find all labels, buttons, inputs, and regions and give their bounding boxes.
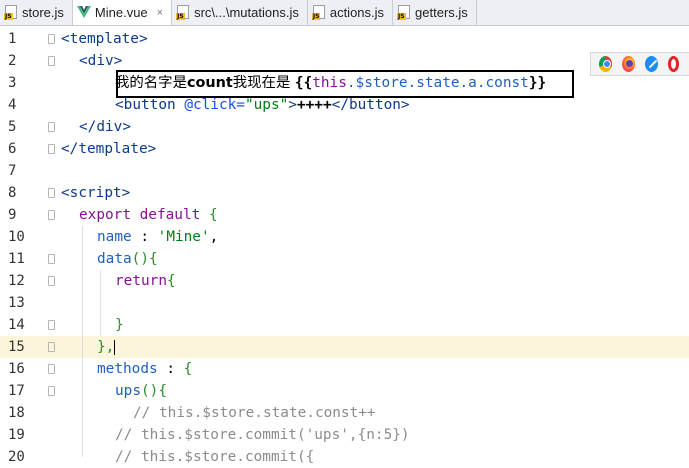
code-line[interactable]: 2 <div> [0,50,689,72]
code-line[interactable]: 19 // this.$store.commit('ups',{n:5}) [0,424,689,446]
code-line[interactable]: 12 return{ [0,270,689,292]
fold-marker-icon[interactable] [48,56,55,66]
code-text: data(){ [97,251,158,267]
line-number: 3 [8,75,17,91]
code-line[interactable]: 8 <script> [0,182,689,204]
fold-marker-icon[interactable] [48,320,55,330]
highlight-box [116,70,574,98]
firefox-icon[interactable] [622,56,636,72]
opera-icon[interactable] [668,56,679,72]
line-number: 6 [8,141,17,157]
code-text: }, [97,339,115,355]
line-number: 13 [8,295,25,311]
code-line[interactable]: 14 } [0,314,689,336]
line-number: 18 [8,405,25,421]
tab-label: store.js [22,5,64,20]
fold-marker-icon[interactable] [48,34,55,44]
code-text: <template> [61,31,148,47]
code-text: <script> [61,185,131,201]
code-line[interactable]: 17 ups(){ [0,380,689,402]
code-text: ups(){ [115,383,167,399]
chrome-icon[interactable] [599,56,613,72]
tab-label: Mine.vue [94,5,148,20]
code-line[interactable]: 18 // this.$store.state.const++ [0,402,689,424]
indent-guide [82,226,83,457]
code-line[interactable]: 9 export default { [0,204,689,226]
js-file-icon: JS [4,5,18,20]
fold-marker-icon[interactable] [48,122,55,132]
code-text: methods : { [97,361,193,377]
line-number: 10 [8,229,25,245]
open-in-browser-bar [590,52,689,76]
line-number: 5 [8,119,17,135]
js-file-icon: JS [397,5,411,20]
code-line[interactable]: 16 methods : { [0,358,689,380]
line-number: 9 [8,207,17,223]
tab-mine-vue[interactable]: Mine.vue × [72,0,173,25]
fold-marker-icon[interactable] [48,276,55,286]
code-line[interactable]: 1 <template> [0,28,689,50]
code-line[interactable]: 5 </div> [0,116,689,138]
code-text: export default { [79,207,218,223]
fold-marker-icon[interactable] [48,342,55,352]
line-number: 14 [8,317,25,333]
tab-actions-js[interactable]: JS actions.js [308,0,394,25]
line-number: 15 [8,339,25,355]
code-text: } [115,317,124,333]
js-file-icon: JS [311,5,326,20]
tab-label: getters.js [415,5,468,20]
line-number: 2 [8,53,17,69]
line-number: 11 [8,251,25,267]
code-line[interactable]: 13 [0,292,689,314]
safari-icon[interactable] [645,56,659,72]
editor-tab-bar: JS store.js Mine.vue × JS src\...\mutati… [0,0,689,26]
line-number: 20 [8,449,25,465]
fold-marker-icon[interactable] [48,188,55,198]
code-line[interactable]: 6 </template> [0,138,689,160]
code-text: </template> [61,141,157,157]
tab-store-js[interactable]: JS store.js [0,0,73,25]
current-code-line[interactable]: 15 }, [0,336,689,358]
code-line[interactable]: 11 data(){ [0,248,689,270]
line-number: 8 [8,185,17,201]
code-text: // this.$store.state.const++ [133,405,376,421]
code-line[interactable]: 10 name : 'Mine', [0,226,689,248]
fold-marker-icon[interactable] [48,144,55,154]
tab-mutations-js[interactable]: JS src\...\mutations.js [172,0,308,25]
tab-label: src\...\mutations.js [194,5,299,20]
code-text: // this.$store.commit('ups',{n:5}) [115,427,410,443]
code-line[interactable]: 20 // this.$store.commit({ [0,446,689,468]
code-text: name : 'Mine', [97,229,219,245]
line-number: 7 [8,163,17,179]
tab-getters-js[interactable]: JS getters.js [393,0,477,25]
vue-file-icon [76,5,91,20]
line-number: 19 [8,427,25,443]
fold-marker-icon[interactable] [48,254,55,264]
code-text: </div> [79,119,131,135]
js-file-icon: JS [176,5,190,20]
close-tab-icon[interactable]: × [157,7,163,19]
line-number: 17 [8,383,25,399]
code-line[interactable]: 7 [0,160,689,182]
line-number: 4 [8,97,17,113]
code-text: <div> [79,53,123,69]
text-caret [114,340,115,355]
fold-marker-icon[interactable] [48,210,55,220]
line-number: 1 [8,31,17,47]
tab-label: actions.js [329,5,385,20]
fold-marker-icon[interactable] [48,386,55,396]
indent-guide [100,270,101,336]
fold-marker-icon[interactable] [48,364,55,374]
code-text: return{ [115,273,176,289]
code-text: // this.$store.commit({ [115,449,315,465]
line-number: 12 [8,273,25,289]
line-number: 16 [8,361,25,377]
